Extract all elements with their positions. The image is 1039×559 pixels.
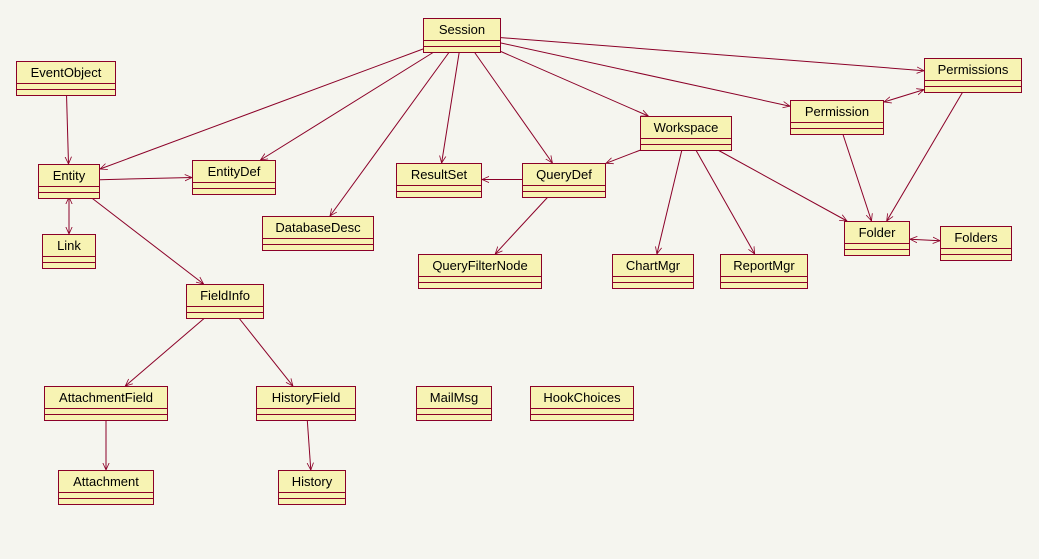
class-node-workspace: Workspace [640,116,732,151]
edge [501,43,790,106]
class-node-link: Link [42,234,96,269]
class-title: HookChoices [531,387,633,409]
edge [910,239,940,241]
edge [91,197,204,284]
class-node-fieldinfo: FieldInfo [186,284,264,319]
class-title: Entity [39,165,99,187]
class-node-folder: Folder [844,221,910,256]
class-title: QueryDef [523,164,605,186]
class-title: Permission [791,101,883,123]
class-title: History [279,471,345,493]
class-node-databasedesc: DatabaseDesc [262,216,374,251]
class-title: Permissions [925,59,1021,81]
edge [500,51,649,116]
class-title: Link [43,235,95,257]
class-title: EntityDef [193,161,275,183]
edge [695,149,754,254]
class-title: FieldInfo [187,285,263,307]
edge [125,317,206,386]
class-node-permission: Permission [790,100,884,135]
class-node-attachment: Attachment [58,470,154,505]
edge [307,419,311,470]
class-title: Folder [845,222,909,244]
edge [884,90,924,102]
class-node-eventobject: EventObject [16,61,116,96]
edge [657,149,682,254]
class-node-permissions: Permissions [924,58,1022,93]
class-node-mailmsg: MailMsg [416,386,492,421]
class-title: DatabaseDesc [263,217,373,239]
class-title: ChartMgr [613,255,693,277]
class-node-attachmentfield: AttachmentField [44,386,168,421]
class-title: Session [424,19,500,41]
edge [495,196,549,254]
edge [442,51,460,163]
class-title: HistoryField [257,387,355,409]
class-node-hookchoices: HookChoices [530,386,634,421]
edge [887,91,964,221]
class-node-session: Session [423,18,501,53]
class-node-resultset: ResultSet [396,163,482,198]
class-title: Workspace [641,117,731,139]
edge [261,51,436,160]
edge [606,149,643,163]
edge [501,38,924,71]
edge [238,317,293,386]
edge [100,49,423,169]
class-title: ResultSet [397,164,481,186]
class-title: Folders [941,227,1011,249]
class-node-entity: Entity [38,164,100,199]
class-node-historyfield: HistoryField [256,386,356,421]
class-node-entitydef: EntityDef [192,160,276,195]
class-node-reportmgr: ReportMgr [720,254,808,289]
class-node-queryfilternode: QueryFilterNode [418,254,542,289]
class-title: QueryFilterNode [419,255,541,277]
class-title: AttachmentField [45,387,167,409]
class-title: Attachment [59,471,153,493]
class-title: ReportMgr [721,255,807,277]
class-title: MailMsg [417,387,491,409]
edge [843,133,872,221]
class-node-chartmgr: ChartMgr [612,254,694,289]
class-node-querydef: QueryDef [522,163,606,198]
class-node-folders: Folders [940,226,1012,261]
class-title: EventObject [17,62,115,84]
edge [67,94,69,164]
edge [474,51,553,163]
edge [100,178,192,180]
edge [716,149,847,221]
class-node-history: History [278,470,346,505]
